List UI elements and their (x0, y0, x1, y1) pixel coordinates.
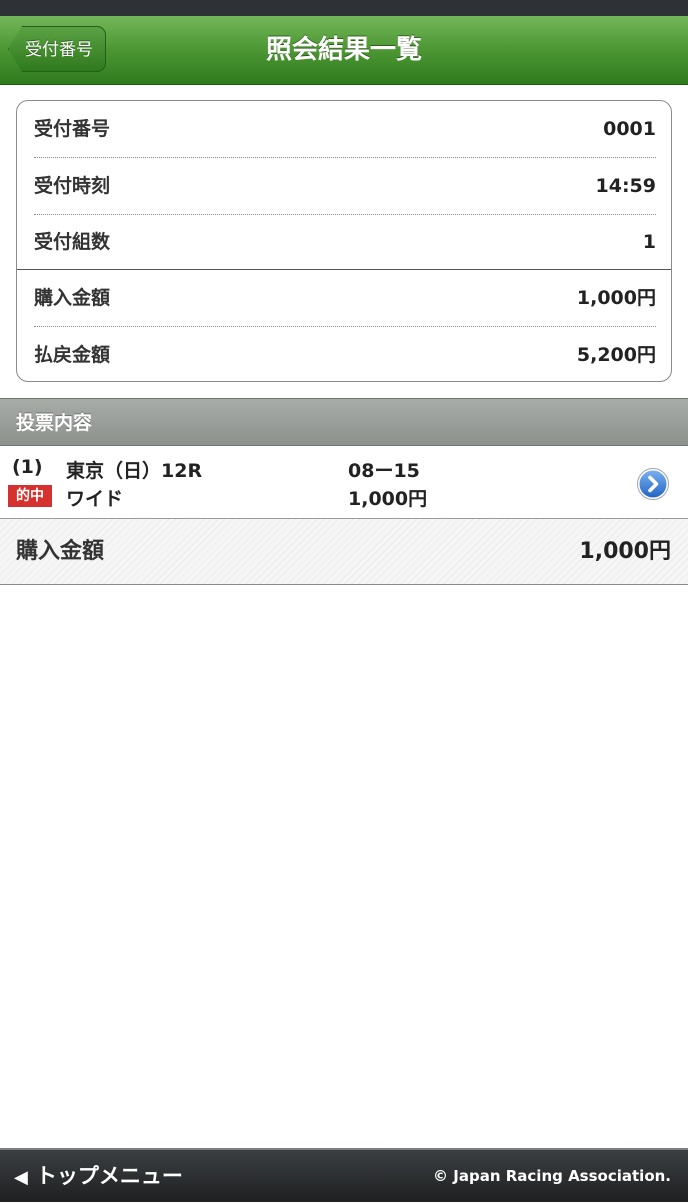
total-purchase-bar: 購入金額 1,000円 (0, 519, 688, 585)
total-label: 購入金額 (16, 539, 105, 564)
vote-combination: 08ー15 (348, 460, 420, 482)
summary-value: 14:59 (595, 175, 656, 197)
summary-label: 受付組数 (34, 231, 111, 253)
summary-label: 払戻金額 (34, 344, 111, 366)
summary-value: 1 (642, 231, 656, 253)
vote-number: (1) (12, 456, 43, 478)
vote-race: 東京（日）12R (66, 460, 203, 482)
footer-bar: ◀ トップメニュー © Japan Racing Association. (0, 1148, 688, 1202)
total-value: 1,000円 (579, 539, 671, 564)
back-button[interactable]: 受付番号 (8, 26, 106, 72)
hit-badge: 的中 (8, 485, 52, 507)
summary-label: 購入金額 (34, 287, 111, 309)
navigation-bar: 受付番号 照会結果一覧 (0, 16, 688, 85)
summary-label: 受付時刻 (34, 175, 111, 197)
top-menu-button[interactable]: ◀ トップメニュー (14, 1150, 183, 1202)
summary-value: 0001 (603, 118, 656, 140)
summary-row-receipt-number: 受付番号 0001 (34, 101, 656, 158)
copyright-text: © Japan Racing Association. (433, 1167, 671, 1185)
summary-card: 受付番号 0001 受付時刻 14:59 受付組数 1 購入金額 1,000円 … (16, 100, 672, 382)
vote-list-item[interactable]: (1) 東京（日）12R 08ー15 的中 ワイド 1,000円 (0, 448, 688, 519)
summary-row-receipt-time: 受付時刻 14:59 (34, 158, 656, 215)
vote-amount: 1,000円 (348, 488, 428, 510)
summary-row-payout-amount: 払戻金額 5,200円 (34, 327, 656, 381)
summary-value: 1,000円 (576, 287, 656, 309)
summary-value: 5,200円 (576, 344, 656, 366)
vote-bet-type: ワイド (66, 488, 124, 510)
status-bar (0, 0, 688, 16)
triangle-left-icon: ◀ (14, 1167, 28, 1188)
top-menu-label: トップメニュー (35, 1164, 183, 1188)
summary-label: 受付番号 (34, 118, 111, 140)
vote-section-header: 投票内容 (0, 398, 688, 446)
summary-row-purchase-amount: 購入金額 1,000円 (34, 270, 656, 327)
back-button-label: 受付番号 (25, 40, 93, 60)
chevron-right-icon[interactable] (637, 468, 669, 500)
summary-row-receipt-count: 受付組数 1 (34, 214, 656, 270)
page-title: 照会結果一覧 (265, 35, 422, 65)
